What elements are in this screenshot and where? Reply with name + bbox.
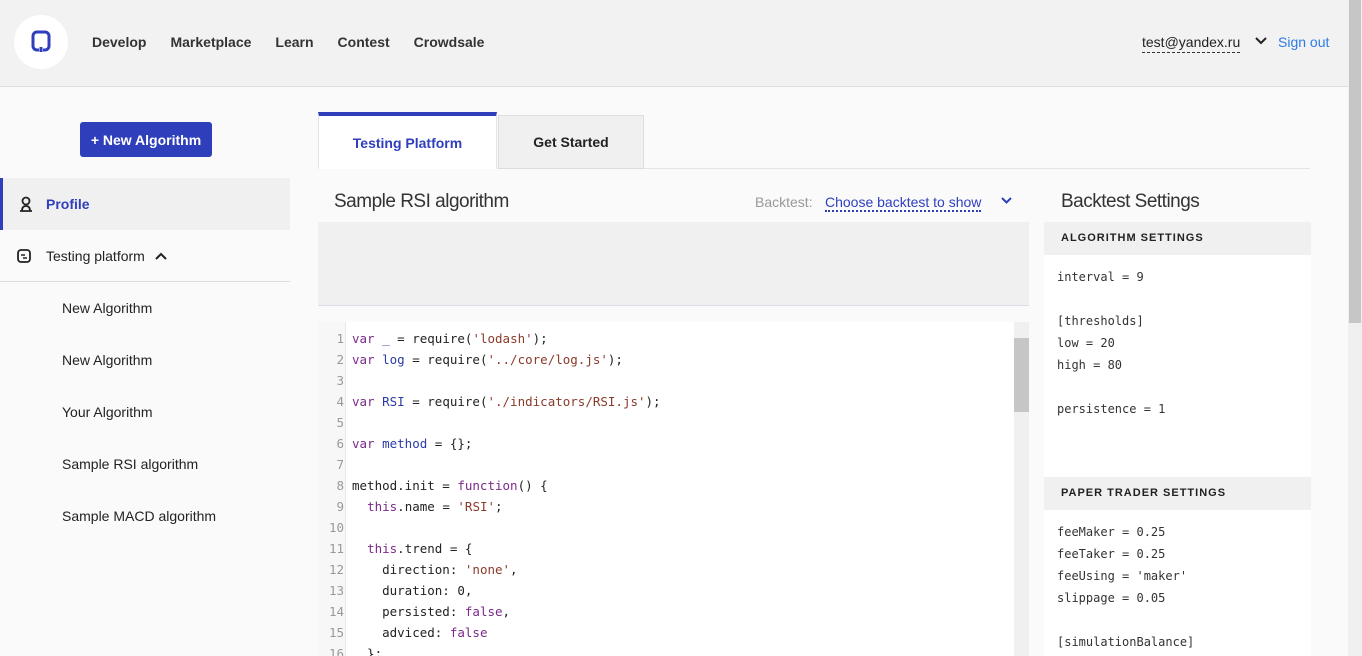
backtest-label: Backtest: <box>755 194 813 210</box>
setting-line: low = 20 <box>1057 336 1115 350</box>
editor-scrollbar[interactable] <box>1014 322 1029 656</box>
user-menu[interactable]: test@yandex.ru <box>1142 34 1241 53</box>
line-number: 12 <box>328 562 344 577</box>
nav-contest[interactable]: Contest <box>338 34 390 50</box>
setting-line: feeUsing = 'maker' <box>1057 569 1188 583</box>
main-nav: Develop Marketplace Learn Contest Crowds… <box>92 34 484 50</box>
page-scroll-thumb[interactable] <box>1349 0 1361 323</box>
code-text: method.init = function() { <box>352 478 548 493</box>
setting-line: slippage = 0.05 <box>1057 591 1166 605</box>
paper-trader-settings-panel: PAPER TRADER SETTINGS feeMaker = 0.25 fee… <box>1044 477 1311 656</box>
new-algorithm-button[interactable]: + New Algorithm <box>80 122 212 157</box>
code-text: }; <box>352 646 383 656</box>
sidebar-item-profile[interactable]: Profile <box>0 178 290 230</box>
code-text: duration: 0, <box>352 583 473 598</box>
setting-line: [simulationBalance] <box>1057 635 1195 649</box>
code-line: 11 this.trend = { <box>318 538 1008 559</box>
line-number: 11 <box>328 541 344 556</box>
page-scrollbar[interactable] <box>1348 0 1362 656</box>
sidebar-item-testing-platform[interactable]: Testing platform <box>0 230 290 282</box>
tab-testing-platform[interactable]: Testing Platform <box>318 112 497 169</box>
code-line: 2 var log = require('../core/log.js'); <box>318 349 1008 370</box>
paper-trader-settings-header: PAPER TRADER SETTINGS <box>1044 477 1311 510</box>
code-text: this.trend = { <box>367 541 473 556</box>
nav-develop[interactable]: Develop <box>92 34 146 50</box>
backtest-settings-title: Backtest Settings <box>1061 191 1200 212</box>
setting-line: high = 80 <box>1057 358 1123 372</box>
line-number: 4 <box>336 394 344 409</box>
nav-crowdsale[interactable]: Crowdsale <box>414 34 485 50</box>
line-number: 6 <box>336 436 344 451</box>
code-text: persisted: false, <box>352 604 511 619</box>
chevron-down-icon[interactable] <box>1001 197 1012 205</box>
chevron-up-icon[interactable] <box>155 252 167 260</box>
line-number: 5 <box>336 415 344 430</box>
code-line: 12 direction: 'none', <box>318 559 1008 580</box>
sign-out-link[interactable]: Sign out <box>1278 34 1329 50</box>
line-number: 3 <box>336 373 344 388</box>
sidebar-profile-label: Profile <box>46 196 90 212</box>
code-text: var _ = require('lodash'); <box>352 331 548 346</box>
editor-scroll-thumb[interactable] <box>1014 338 1029 412</box>
code-text: var method = {}; <box>352 436 473 451</box>
tab-get-started[interactable]: Get Started <box>498 115 644 169</box>
nav-marketplace[interactable]: Marketplace <box>170 34 251 50</box>
code-line: 16 }; <box>318 643 1008 656</box>
sidebar-subitem[interactable]: New Algorithm <box>62 352 152 368</box>
code-line: 14 persisted: false, <box>318 601 1008 622</box>
line-number: 10 <box>328 520 344 535</box>
setting-line: interval = 9 <box>1057 270 1144 284</box>
code-line: 7 <box>318 454 1008 475</box>
top-header: Develop Marketplace Learn Contest Crowds… <box>0 0 1362 87</box>
logo-icon <box>31 30 51 53</box>
backtest-select[interactable]: Choose backtest to show <box>825 194 982 212</box>
line-number: 14 <box>328 604 344 619</box>
line-number: 13 <box>328 583 344 598</box>
sidebar-subitem[interactable]: New Algorithm <box>62 300 152 316</box>
code-text: adviced: false <box>352 625 488 640</box>
setting-line: feeTaker = 0.25 <box>1057 547 1166 561</box>
code-line: 6 var method = {}; <box>318 433 1008 454</box>
user-icon <box>20 196 32 212</box>
tab-divider <box>644 168 1310 169</box>
line-number: 16 <box>328 646 344 656</box>
chevron-down-icon[interactable] <box>1255 36 1267 46</box>
sidebar-subitem[interactable]: Sample RSI algorithm <box>62 456 198 472</box>
code-line: 5 <box>318 412 1008 433</box>
algorithm-settings-header: ALGORITHM SETTINGS <box>1044 222 1311 255</box>
line-number: 8 <box>336 478 344 493</box>
code-text: var RSI = require('./indicators/RSI.js')… <box>352 394 661 409</box>
line-number: 15 <box>328 625 344 640</box>
code-line: 15 adviced: false <box>318 622 1008 643</box>
code-line: 4 var RSI = require('./indicators/RSI.js'… <box>318 391 1008 412</box>
backtest-chart-area <box>318 222 1029 306</box>
line-number: 1 <box>336 331 344 346</box>
code-editor[interactable]: 1 var _ = require('lodash'); 2 var log = re… <box>318 322 1029 656</box>
code-line: 9 this.name = 'RSI'; <box>318 496 1008 517</box>
line-number: 2 <box>336 352 344 367</box>
logo[interactable] <box>14 15 68 69</box>
terminal-icon <box>17 248 31 263</box>
code-line: 8 method.init = function() { <box>318 475 1008 496</box>
code-line: 3 <box>318 370 1008 391</box>
setting-line: [thresholds] <box>1057 314 1144 328</box>
code-text: var log = require('../core/log.js'); <box>352 352 623 367</box>
code-line: 1 var _ = require('lodash'); <box>318 328 1008 349</box>
sidebar-subitem[interactable]: Sample MACD algorithm <box>62 508 216 524</box>
sidebar-testing-label: Testing platform <box>46 247 145 264</box>
setting-line: feeMaker = 0.25 <box>1057 525 1166 539</box>
line-number: 9 <box>336 499 344 514</box>
sidebar-subitem[interactable]: Your Algorithm <box>62 404 153 420</box>
code-text: direction: 'none', <box>352 562 518 577</box>
setting-line: persistence = 1 <box>1057 402 1166 416</box>
code-line: 13 duration: 0, <box>318 580 1008 601</box>
code-text: this.name = 'RSI'; <box>367 499 503 514</box>
algorithm-settings-panel: ALGORITHM SETTINGS interval = 9 [threshol… <box>1044 222 1311 477</box>
code-line: 10 <box>318 517 1008 538</box>
line-number: 7 <box>336 457 344 472</box>
algorithm-title: Sample RSI algorithm <box>334 191 509 212</box>
nav-learn[interactable]: Learn <box>275 34 313 50</box>
